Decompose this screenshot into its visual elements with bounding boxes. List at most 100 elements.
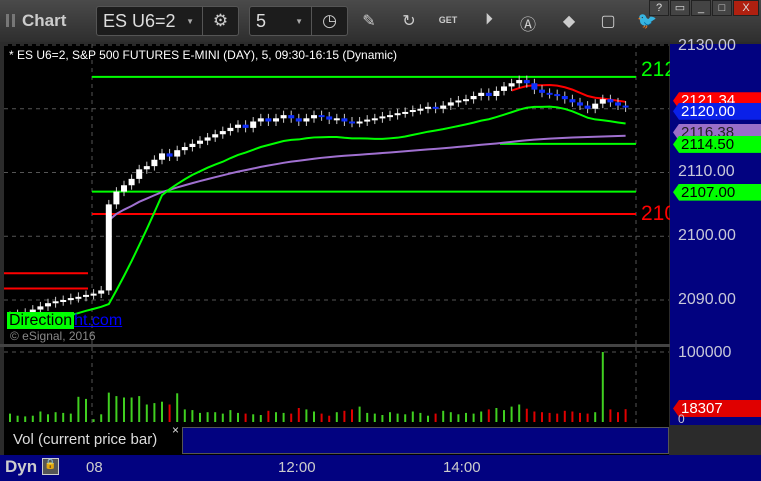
time-tick: 08 xyxy=(86,459,103,476)
candle-body xyxy=(121,185,127,192)
restore-button[interactable]: ▭ xyxy=(670,0,690,16)
candle-body xyxy=(98,290,105,294)
candle-body xyxy=(455,100,462,103)
candle-body xyxy=(151,159,158,167)
window-title: Chart xyxy=(22,11,67,30)
candle-body xyxy=(394,113,401,116)
dynamic-mode-label: Dyn xyxy=(5,457,38,476)
candle-body xyxy=(402,111,409,114)
price-tick: 2130.00 xyxy=(678,37,736,54)
lock-clock-icon[interactable]: 🔒 xyxy=(42,458,59,475)
candle-body xyxy=(280,115,287,119)
price-tick: 2100.00 xyxy=(678,227,736,244)
symbol-value: ES U6=2 xyxy=(103,10,176,31)
candle-body xyxy=(485,92,492,96)
candle-body xyxy=(508,83,515,87)
chevron-down-icon: ▼ xyxy=(186,16,194,26)
candle-body xyxy=(326,116,333,120)
time-tick: 12:00 xyxy=(278,459,316,476)
candle-body xyxy=(113,191,120,205)
time-axis[interactable]: Dyn 🔒 08 12:00 14:00 xyxy=(0,455,761,481)
get-icon[interactable]: GET xyxy=(438,15,458,25)
link-icon[interactable]: ◆ xyxy=(559,11,579,31)
candle-body xyxy=(250,121,257,128)
candle-body xyxy=(546,92,553,95)
candle-body xyxy=(592,103,599,109)
play-icon[interactable]: ⏵ xyxy=(479,11,499,29)
candle-body xyxy=(554,94,561,97)
help-button[interactable]: ? xyxy=(649,0,669,16)
price-tag: 2107.00 xyxy=(673,183,761,201)
candle-body xyxy=(493,90,500,96)
candle-body xyxy=(516,80,523,84)
close-button[interactable]: X xyxy=(733,0,759,16)
candle-body xyxy=(257,118,264,122)
candle-body xyxy=(447,102,454,106)
candle-body xyxy=(432,106,439,109)
candle-body xyxy=(523,80,530,84)
chart-header: * ES U6=2, S&P 500 FUTURES E-MINI (DAY),… xyxy=(9,48,398,62)
watermark-a: Direction xyxy=(7,312,75,329)
price-axis[interactable]: 2130.00 2110.00 2100.00 2090.00 2121.34 2… xyxy=(670,37,761,426)
refresh-chart-icon[interactable]: ↻ xyxy=(399,11,419,31)
candle-body xyxy=(371,118,378,121)
candle-body xyxy=(90,293,97,296)
candle-body xyxy=(311,115,317,119)
candle-body xyxy=(45,303,51,307)
clock-icon[interactable]: ◷ xyxy=(311,7,347,35)
price-plot xyxy=(4,44,669,344)
watermark-link[interactable]: ht.com xyxy=(74,312,122,329)
legend-panel xyxy=(182,427,669,454)
candle-body xyxy=(577,102,583,106)
candle-body xyxy=(212,134,219,138)
candle-body xyxy=(364,119,371,122)
title-bar: Chart ES U6=2 ▼ ⚙ 5 ▼ ◷ ✎ ↻ GET ⏵ Ⓐ ◆ ▢ 🐦 … xyxy=(0,0,761,42)
candle-body xyxy=(265,118,272,122)
candle-body xyxy=(463,99,469,102)
price-tag: 2114.50 xyxy=(673,135,761,153)
volume-plot xyxy=(4,347,669,425)
candle-body xyxy=(60,300,67,302)
legend-close-button[interactable]: × xyxy=(172,423,179,437)
volume-pane[interactable] xyxy=(4,347,669,425)
candle-body xyxy=(166,153,173,157)
chevron-down-icon: ▼ xyxy=(295,16,303,26)
candle-body xyxy=(242,124,249,128)
candle-body xyxy=(273,118,279,122)
interval-value: 5 xyxy=(256,10,267,31)
candle-body xyxy=(584,105,591,109)
candle-body xyxy=(607,99,614,103)
price-chart[interactable]: * ES U6=2, S&P 500 FUTURES E-MINI (DAY),… xyxy=(4,44,676,344)
candle-body xyxy=(615,102,621,106)
candle-body xyxy=(303,118,310,122)
symbol-selector[interactable]: ES U6=2 ▼ ⚙ xyxy=(96,6,239,36)
interval-selector[interactable]: 5 ▼ ◷ xyxy=(249,6,348,36)
candle-body xyxy=(531,83,538,90)
pencil-icon[interactable]: ✎ xyxy=(359,11,379,31)
price-tick: 2090.00 xyxy=(678,291,736,308)
price-tag: 2120.00 xyxy=(673,102,761,120)
comment-icon[interactable]: ▢ xyxy=(598,11,618,31)
candle-body xyxy=(136,169,143,179)
volume-tick: 100000 xyxy=(678,344,732,361)
candle-body xyxy=(52,301,59,304)
a-icon[interactable]: Ⓐ xyxy=(518,11,538,35)
volume-tag: 18307 xyxy=(673,400,761,417)
maximize-button[interactable]: □ xyxy=(712,0,732,16)
candle-body xyxy=(440,105,447,109)
settings-icon[interactable]: ⚙ xyxy=(202,7,238,35)
candle-body xyxy=(174,150,181,157)
minimize-button[interactable]: _ xyxy=(691,0,711,16)
candle-body xyxy=(379,116,386,119)
candle-body xyxy=(143,166,150,170)
candle-body xyxy=(425,106,431,109)
copyright: © eSignal, 2016 xyxy=(10,329,96,343)
legend-label: Vol (current price bar) xyxy=(13,431,158,448)
candle-body xyxy=(539,89,545,93)
drag-handle[interactable] xyxy=(6,14,15,27)
candle-body xyxy=(105,204,112,291)
candle-body xyxy=(181,147,188,151)
candle-body xyxy=(67,298,74,301)
candle-body xyxy=(470,96,477,100)
candle-body xyxy=(197,140,203,144)
